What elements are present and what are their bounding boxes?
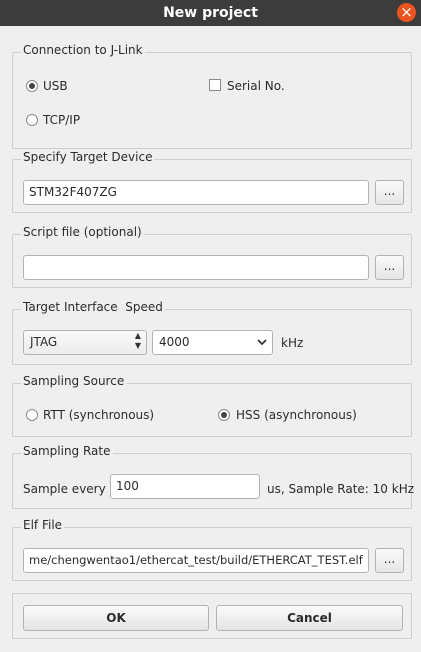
dialog-title: New project bbox=[163, 5, 258, 21]
sample-interval-input[interactable]: 100 bbox=[110, 474, 260, 499]
usb-radio[interactable] bbox=[26, 80, 38, 92]
cancel-button[interactable]: Cancel bbox=[216, 605, 403, 631]
elf-file-group: Elf File me/chengwentao1/ethercat_test/b… bbox=[12, 518, 412, 581]
elf-file-input[interactable]: me/chengwentao1/ethercat_test/build/ETHE… bbox=[23, 548, 369, 573]
rtt-label[interactable]: RTT (synchronous) bbox=[43, 408, 154, 422]
serial-no-label[interactable]: Serial No. bbox=[227, 79, 285, 93]
speed-unit-label: kHz bbox=[281, 336, 304, 350]
connection-group: Connection to J-Link USB Serial No. TCP/… bbox=[12, 43, 412, 149]
sampling-source-group: Sampling Source RTT (synchronous) HSS (a… bbox=[12, 374, 412, 437]
script-file-group: Script file (optional) ... bbox=[12, 225, 412, 288]
hss-radio[interactable] bbox=[218, 409, 230, 421]
script-file-browse-button[interactable]: ... bbox=[375, 255, 404, 280]
elf-file-browse-button[interactable]: ... bbox=[375, 548, 404, 573]
speed-combobox[interactable]: 4000 bbox=[152, 330, 273, 355]
interface-spinbox[interactable]: JTAG ▲ ▼ bbox=[23, 330, 147, 355]
target-device-group-title: Specify Target Device bbox=[21, 150, 155, 164]
sample-rate-label: us, Sample Rate: 10 kHz bbox=[267, 482, 415, 496]
tcpip-label[interactable]: TCP/IP bbox=[43, 113, 80, 127]
serial-no-checkbox[interactable] bbox=[209, 79, 221, 91]
target-device-group: Specify Target Device STM32F407ZG ... bbox=[12, 150, 412, 213]
spin-arrows-icon[interactable]: ▲ ▼ bbox=[135, 331, 141, 351]
sampling-rate-group-title: Sampling Rate bbox=[21, 444, 113, 458]
sampling-rate-group: Sampling Rate Sample every 100 us, Sampl… bbox=[12, 444, 415, 509]
ok-button[interactable]: OK bbox=[23, 605, 209, 631]
target-device-input[interactable]: STM32F407ZG bbox=[23, 180, 369, 205]
interface-group-title: Target Interface Speed bbox=[21, 300, 165, 314]
sample-every-label: Sample every bbox=[23, 482, 106, 496]
sampling-source-group-title: Sampling Source bbox=[21, 374, 127, 388]
close-icon[interactable]: × bbox=[397, 3, 416, 22]
hss-label[interactable]: HSS (asynchronous) bbox=[236, 408, 357, 422]
script-file-input[interactable] bbox=[23, 255, 369, 280]
interface-group: Target Interface Speed JTAG ▲ ▼ 4000 kHz bbox=[12, 300, 412, 365]
title-bar: New project × bbox=[0, 0, 421, 26]
tcpip-radio[interactable] bbox=[26, 114, 38, 126]
elf-file-group-title: Elf File bbox=[21, 518, 65, 532]
speed-value: 4000 bbox=[159, 335, 190, 349]
script-file-group-title: Script file (optional) bbox=[21, 225, 144, 239]
usb-label[interactable]: USB bbox=[43, 79, 68, 93]
chevron-down-icon[interactable] bbox=[257, 333, 267, 354]
rtt-radio[interactable] bbox=[26, 409, 38, 421]
target-device-browse-button[interactable]: ... bbox=[375, 180, 404, 205]
interface-value: JTAG bbox=[30, 335, 58, 349]
button-group: OK Cancel bbox=[12, 593, 412, 639]
connection-group-title: Connection to J-Link bbox=[21, 43, 145, 57]
